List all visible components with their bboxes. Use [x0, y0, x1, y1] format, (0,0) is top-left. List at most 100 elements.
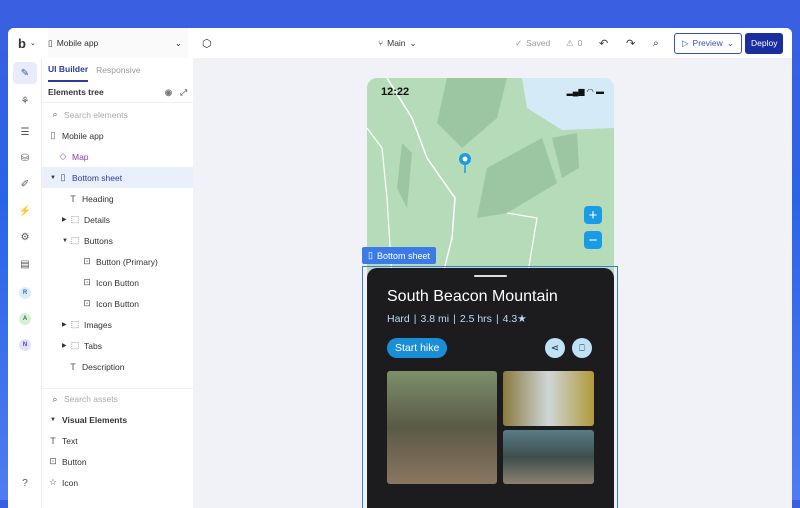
phone-icon: ▯ [48, 37, 53, 48]
button-icon: ⊡ [49, 456, 57, 466]
container-icon: ⬚ [70, 319, 80, 329]
tree-item[interactable]: ▯ Mobile app [42, 125, 193, 146]
plug-icon[interactable]: ⚡ [17, 203, 33, 219]
tree-item-label: Icon Button [96, 298, 140, 309]
caret-down-icon: ▼ [50, 174, 56, 181]
brush-icon[interactable]: ✐ [17, 176, 33, 192]
warnings-button[interactable]: ⚠ 0 [566, 28, 582, 58]
elements-tree-title: Elements tree [48, 87, 104, 97]
tree-item[interactable]: ◇ Map [42, 146, 193, 167]
branch-select[interactable]: ⑂ Main ⌄ [378, 28, 417, 58]
bottom-sheet-icon: ▯ [368, 250, 373, 260]
asset-item[interactable]: ☆ Icon [42, 472, 193, 493]
help-icon[interactable]: ? [17, 475, 33, 491]
search-placeholder: Search assets [64, 394, 118, 404]
warning-icon: ⚠ [566, 37, 574, 48]
tree-item-label: Images [84, 319, 112, 330]
text-icon: T [50, 435, 56, 446]
assets-section-title: Visual Elements [62, 414, 128, 425]
play-icon: ▷ [682, 37, 689, 48]
warnings-count: 0 [577, 38, 583, 48]
app-window: b ⌄ ▯ Mobile app ⌄ ⬡ ⑂ Main ⌄ ✓ Saved ⚠ 0 ↶ ↷ ⌕… [8, 28, 792, 508]
avatar[interactable]: N [19, 339, 31, 351]
layout-icon[interactable]: ☰ [17, 124, 33, 140]
zoom-in-button[interactable]: + [584, 206, 602, 224]
eye-icon[interactable]: ◉ [165, 87, 172, 98]
elements-panel: UI Builder Responsive Elements tree ◉ ⤢ ⌕ Se… [42, 58, 193, 508]
check-circle-icon: ✓ [515, 37, 523, 48]
asset-item[interactable]: ⊡ Button [42, 451, 193, 472]
search-placeholder: Search elements [64, 109, 128, 120]
tree-item[interactable]: ⊡ Icon Button [42, 272, 193, 293]
chevron-down-icon: ⌄ [29, 40, 36, 47]
asset-label: Button [62, 456, 87, 467]
deploy-button[interactable]: Deploy [745, 32, 784, 54]
pencil-icon[interactable]: ✎ [13, 62, 37, 84]
search-assets-input[interactable]: ⌕ Search assets [42, 388, 193, 409]
status-icons: ▂▄▆ ◠ ▬ [566, 87, 604, 96]
document-icon[interactable]: ▤ [17, 256, 33, 272]
tab-responsive[interactable]: Responsive [96, 58, 140, 82]
avatar[interactable]: A [19, 313, 31, 325]
tree-item-label: Description [82, 361, 125, 372]
branch-icon: ⑂ [378, 38, 384, 48]
gear-icon[interactable]: ⚙ [17, 229, 33, 245]
zoom-out-button[interactable]: − [584, 231, 602, 249]
redo-icon[interactable]: ↷ [626, 28, 635, 58]
logo: b [18, 35, 26, 51]
button-icon: ⊡ [83, 277, 91, 287]
tree-item-label: Mobile app [62, 130, 104, 141]
tree-item[interactable]: ▼ ⬚ Buttons [42, 230, 193, 251]
tree-item[interactable]: ▶ ⬚ Tabs [42, 335, 193, 356]
preview-button[interactable]: ▷ Preview ⌄ [674, 32, 742, 54]
icon-rail: ✎ ⚘ ☰ ⛁ ✐ ⚡ ⚙ ▤ R A N ? [8, 58, 42, 508]
search-icon: ⌕ [52, 393, 58, 404]
avatar[interactable]: R [19, 287, 31, 299]
caret-down-icon: ▼ [62, 237, 68, 244]
search-elements-input[interactable]: ⌕ Search elements [42, 104, 193, 125]
tab-ui-builder[interactable]: UI Builder [48, 58, 89, 82]
cube-icon[interactable]: ⬡ [202, 28, 212, 58]
button-icon: ⊡ [83, 256, 91, 266]
undo-icon[interactable]: ↶ [599, 28, 608, 58]
tree-item[interactable]: ▼ ▯ Bottom sheet [42, 167, 193, 188]
status-time: 12:22 [381, 86, 410, 98]
tree-item-label: Bottom sheet [72, 172, 123, 183]
phone-icon: ▯ [50, 130, 56, 140]
caret-down-icon: ▼ [50, 416, 56, 423]
chevron-down-icon: ⌄ [174, 37, 182, 48]
hierarchy-icon[interactable]: ⚘ [17, 93, 33, 109]
asset-label: Text [62, 435, 78, 446]
bottom-sheet-icon: ▯ [60, 172, 66, 182]
selection-label: ▯ Bottom sheet [362, 247, 436, 264]
canvas: 12:22 ▂▄▆ ◠ ▬ + − South Beacon Mountain … [193, 58, 792, 508]
tree-item[interactable]: T Heading [42, 188, 193, 209]
expand-icon[interactable]: ⤢ [180, 87, 187, 98]
caret-right-icon: ▶ [62, 322, 67, 328]
text-icon: T [70, 193, 76, 204]
tree-item[interactable]: ▶ ⬚ Images [42, 314, 193, 335]
preview-label: Preview [692, 38, 723, 48]
tree-item[interactable]: ⊡ Icon Button [42, 293, 193, 314]
search-icon[interactable]: ⌕ [653, 28, 659, 58]
selection-box[interactable] [362, 266, 618, 508]
tree-item[interactable]: ⊡ Button (Primary) [42, 251, 193, 272]
container-icon: ⬚ [70, 340, 80, 350]
tree-item[interactable]: T Description [42, 356, 193, 377]
asset-item[interactable]: T Text [42, 430, 193, 451]
tree-item-label: Map [72, 151, 89, 162]
diamond-icon: ◇ [59, 151, 67, 161]
saved-label: Saved [526, 38, 551, 48]
branch-name: Main [387, 38, 406, 48]
chevron-down-icon: ⌄ [726, 37, 734, 48]
tree-item[interactable]: ▶ ⬚ Details [42, 209, 193, 230]
project-name: Mobile app [56, 38, 99, 48]
search-icon: ⌕ [52, 109, 58, 119]
logo-menu[interactable]: b ⌄ [18, 28, 36, 58]
assets-section[interactable]: ▼ Visual Elements [42, 409, 193, 430]
chevron-down-icon: ⌄ [409, 37, 417, 48]
container-icon: ⬚ [70, 214, 80, 224]
star-icon: ☆ [48, 477, 58, 487]
project-select[interactable]: ▯ Mobile app ⌄ [48, 28, 188, 58]
database-icon[interactable]: ⛁ [17, 150, 33, 166]
